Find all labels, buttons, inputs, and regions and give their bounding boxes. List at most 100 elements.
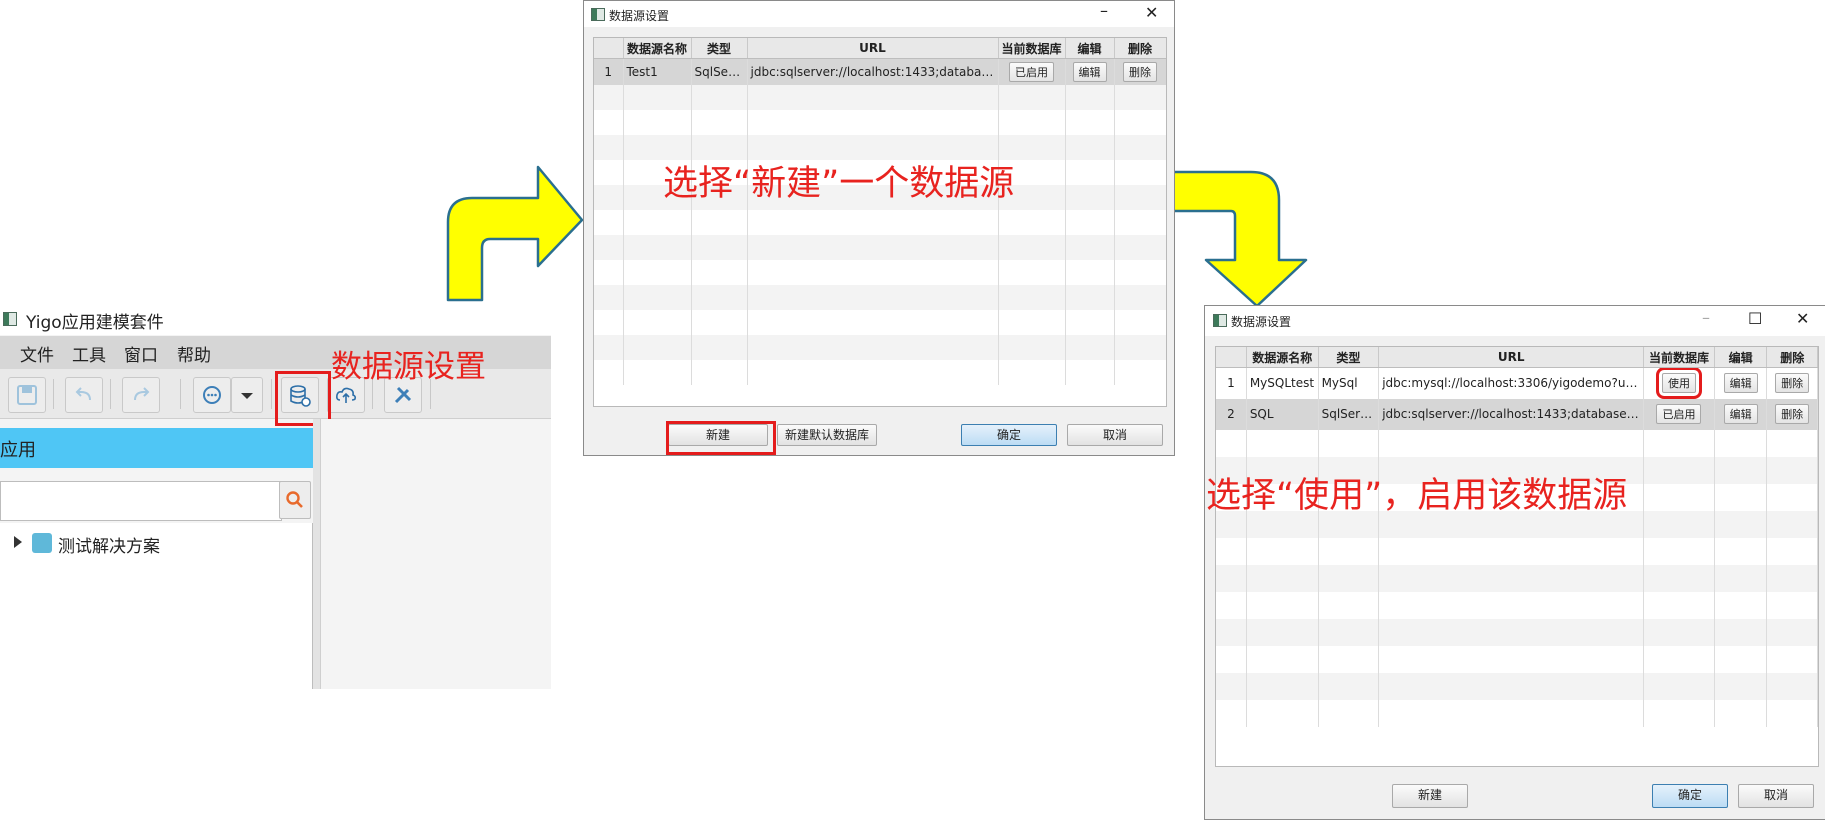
table-row[interactable]: 2 SQL SqlServer jdbc:sqlserver://localho… [1216,398,1818,430]
cancel-button[interactable]: 取消 [1067,424,1163,446]
chat-icon [203,386,221,404]
arrow-right-icon [446,165,584,302]
pane-divider[interactable] [313,419,320,689]
empty-table-row [1216,429,1818,457]
enabled-button[interactable]: 已启用 [1656,404,1702,424]
arrow-down-icon [1171,170,1308,308]
dialog2-minimize-button[interactable]: – [1702,308,1710,327]
annotation-step2: 选择“使用”，启用该数据源 [1206,476,1628,516]
app-title: Yigo应用建模套件 [26,313,164,333]
menu-window[interactable]: 窗口 [124,341,158,366]
tree-item-solution[interactable]: 测试解决方案 [58,532,160,557]
redo-button[interactable] [122,377,160,413]
menu-help[interactable]: 帮助 [177,341,211,366]
new-button[interactable]: 新建 [1392,784,1468,808]
use-button[interactable]: 使用 [1655,367,1702,399]
chat-button[interactable] [193,377,231,413]
ok-button[interactable]: 确定 [961,424,1057,446]
dialog2-titlebar: 数据源设置 – ☐ ✕ [1205,306,1825,336]
dialog1-table: 数据源名称 类型 URL 当前数据库 编辑 删除 1 Test1 SqlServ… [593,37,1167,407]
editor-pane [320,419,551,689]
dialog1-titlebar: 数据源设置 – ✕ [584,1,1174,27]
datasource-name: Test1 [623,58,692,85]
delete-button[interactable]: 删除 [1775,404,1810,424]
enabled-button[interactable]: 已启用 [1009,61,1054,82]
ok-button[interactable]: 确定 [1652,784,1728,808]
datasource-url: jdbc:sqlserver://localhost:1433;database… [1378,398,1645,430]
delete-button[interactable]: 删除 [1775,373,1810,394]
column-header[interactable]: 当前数据库 [1643,347,1715,368]
tools-icon [394,386,412,404]
column-header[interactable]: 数据源名称 [1246,347,1319,368]
datasource-url: jdbc:mysql://localhost:3306/yigodemo?us.… [1378,367,1645,399]
column-header[interactable]: 删除 [1114,38,1166,59]
row-index: 1 [1216,367,1247,399]
column-header [594,38,624,59]
cancel-button[interactable]: 取消 [1738,784,1814,808]
new-default-db-button[interactable]: 新建默认数据库 [777,424,877,446]
empty-table-row [1216,564,1818,592]
app-window-icon [3,312,17,326]
datasource-name: MySQLtest [1246,367,1319,399]
empty-table-row [594,209,1166,235]
dialog2-maximize-button[interactable]: ☐ [1748,309,1762,328]
dialog2-table: 数据源名称 类型 URL 当前数据库 编辑 删除 1 MySQLtest MyS… [1215,346,1819,767]
annotation-datasource-settings: 数据源设置 [331,349,486,385]
column-header[interactable]: 类型 [1318,347,1380,368]
delete-button[interactable]: 删除 [1123,61,1157,82]
column-header[interactable]: 编辑 [1714,347,1768,368]
column-header[interactable]: URL [747,38,999,59]
dialog1-window-icon [591,8,605,21]
edit-button[interactable]: 编辑 [1723,404,1758,424]
empty-table-row [594,109,1166,135]
cloud-upload-icon [336,387,357,403]
dialog1-minimize-button[interactable]: – [1100,1,1108,20]
column-header[interactable]: 数据源名称 [623,38,692,59]
column-header[interactable]: 删除 [1766,347,1818,368]
save-button[interactable] [8,377,46,413]
datasource-type: MySql [1318,367,1380,399]
column-header[interactable]: 类型 [691,38,748,59]
column-header[interactable]: 当前数据库 [998,38,1066,59]
row-index: 1 [594,58,624,85]
dialog2-window-icon [1213,314,1227,327]
empty-table-row [594,334,1166,360]
chevron-down-icon [241,393,253,399]
column-header[interactable]: URL [1378,347,1645,368]
solution-tree: 测试解决方案 [0,523,313,689]
search-input[interactable] [0,481,282,521]
save-icon [17,385,37,405]
menu-file[interactable]: 文件 [20,341,54,366]
empty-table-row [594,284,1166,310]
search-icon [286,491,303,508]
column-header[interactable]: 编辑 [1065,38,1115,59]
empty-table-row [1216,537,1818,565]
dialog1-close-button[interactable]: ✕ [1145,3,1158,22]
empty-table-row [594,309,1166,335]
edit-button[interactable]: 编辑 [1723,373,1758,394]
tree-expand-icon[interactable] [14,536,22,548]
datasource-type: SqlServer [691,58,748,85]
table-row[interactable]: 1 MySQLtest MySql jdbc:mysql://localhost… [1216,367,1818,399]
table-row[interactable]: 1 Test1 SqlServer jdbc:sqlserver://local… [594,58,1166,85]
dropdown-button[interactable] [231,377,263,413]
datasource-dialog-2: 数据源设置 – ☐ ✕ 数据源名称 类型 URL 当前数据库 编辑 删除 1 M… [1204,305,1825,820]
dialog2-title: 数据源设置 [1231,315,1292,329]
empty-table-row [1216,618,1818,646]
datasource-url: jdbc:sqlserver://localhost:1433;database… [747,58,999,85]
undo-icon [75,387,91,401]
edit-button[interactable]: 编辑 [1072,61,1107,82]
row-index: 2 [1216,398,1247,430]
annotation-step1: 选择“新建”一个数据源 [663,164,1015,204]
datasource-type: SqlServer [1318,398,1380,430]
empty-table-row [594,234,1166,260]
undo-button[interactable] [65,377,103,413]
app-panel-title: 应用 [0,440,36,461]
empty-table-row [594,84,1166,110]
search-row [0,477,313,521]
menu-tools[interactable]: 工具 [72,341,106,366]
column-header [1216,347,1247,368]
search-button[interactable] [279,481,311,519]
datasource-name: SQL [1246,398,1319,430]
dialog2-close-button[interactable]: ✕ [1796,309,1809,328]
